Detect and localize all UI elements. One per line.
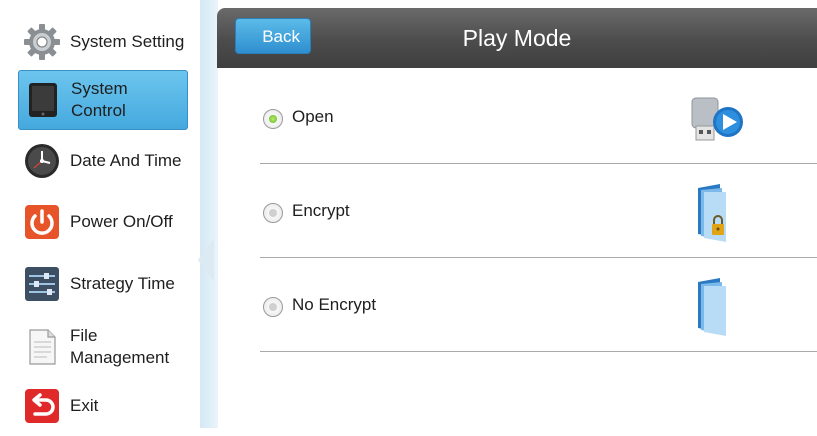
tablet-icon: [23, 80, 63, 120]
option-label: Open: [292, 107, 334, 126]
header-bar: Play Mode Back: [217, 8, 817, 68]
option-label: No Encrypt: [292, 295, 377, 314]
option-open[interactable]: Open: [260, 70, 817, 164]
sidebar-item-system-control[interactable]: System Control: [18, 70, 188, 130]
locked-folder-icon: [688, 182, 748, 242]
sidebar-item-label: System Control: [71, 79, 128, 120]
radio-dot: [269, 115, 277, 123]
sidebar-item-label: Date And Time: [70, 151, 182, 170]
sidebar-item-file-management[interactable]: File Management: [18, 316, 188, 378]
folder-icon: [688, 276, 748, 336]
sidebar-item-label-line: Management: [70, 348, 170, 367]
sidebar-item-date-and-time[interactable]: Date And Time: [18, 131, 188, 191]
sidebar-item-power-on-off[interactable]: Power On/Off: [18, 192, 188, 252]
sidebar-item-exit[interactable]: Exit: [18, 376, 188, 436]
sidebar-item-label: Power On/Off: [70, 212, 173, 231]
sidebar-item-label: Exit: [70, 396, 99, 415]
gear-icon: [22, 22, 62, 62]
radio-dot: [269, 303, 277, 311]
radio-dot: [269, 209, 277, 217]
sidebar-item-strategy-time[interactable]: Strategy Time: [18, 254, 188, 314]
sidebar-divider: [200, 0, 218, 428]
sidebar-item-label-line: File: [70, 326, 98, 345]
sidebar-item-system-setting[interactable]: System Setting: [18, 12, 188, 72]
exit-icon: [22, 386, 62, 426]
document-icon: [22, 327, 62, 367]
sliders-icon: [22, 264, 62, 304]
option-no-encrypt[interactable]: No Encrypt: [260, 258, 817, 352]
sidebar-item-label: File Management: [70, 325, 169, 369]
sidebar-item-label: System Setting: [70, 32, 185, 51]
radio-button[interactable]: [263, 109, 283, 129]
back-button[interactable]: Back: [235, 18, 311, 54]
radio-button[interactable]: [263, 203, 283, 223]
radio-button[interactable]: [263, 297, 283, 317]
sidebar-item-label: Strategy Time: [70, 274, 175, 293]
divider: [260, 351, 817, 352]
option-label: Encrypt: [292, 201, 350, 220]
active-pointer: [198, 238, 214, 282]
option-encrypt[interactable]: Encrypt: [260, 164, 817, 258]
power-icon: [22, 202, 62, 242]
sidebar: System Setting System Control Date And T…: [0, 0, 201, 428]
usb-play-icon: [688, 88, 748, 148]
clock-icon: [22, 141, 62, 181]
